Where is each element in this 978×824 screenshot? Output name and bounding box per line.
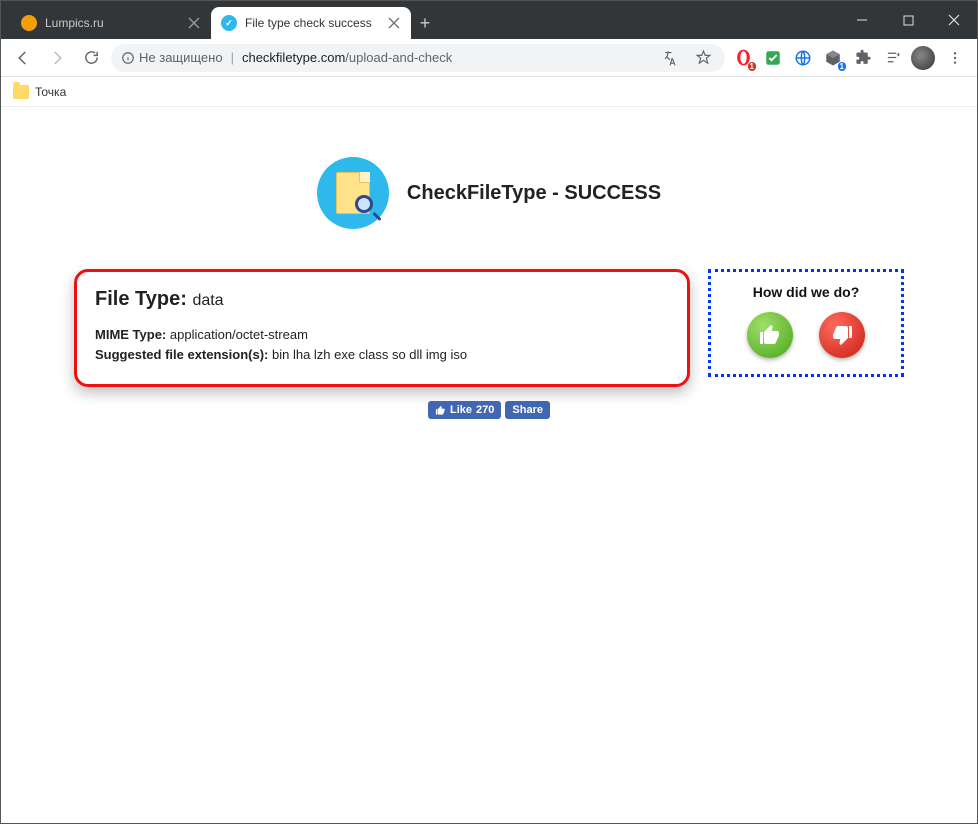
address-bar[interactable]: Не защищено | checkfiletype.com/upload-a… [111, 44, 725, 72]
thumbs-down-icon [830, 323, 854, 347]
suggested-ext-label: Suggested file extension(s): [95, 347, 268, 362]
mime-type-value: application/octet-stream [170, 327, 308, 342]
tab-title: Lumpics.ru [45, 16, 181, 30]
thumbs-down-button[interactable] [819, 312, 865, 358]
share-label: Share [512, 404, 543, 416]
bookmark-star-icon[interactable] [691, 46, 715, 70]
browser-toolbar: Не защищено | checkfiletype.com/upload-a… [1, 39, 977, 77]
page-title: CheckFileType - SUCCESS [407, 182, 661, 205]
security-label: Не защищено [139, 50, 223, 65]
translate-icon[interactable] [659, 46, 683, 70]
back-button[interactable] [9, 44, 37, 72]
mime-type-label: MIME Type: [95, 327, 166, 342]
extension-badge: 1 [838, 62, 846, 71]
new-tab-button[interactable]: + [411, 7, 439, 39]
result-box: File Type: data MIME Type: application/o… [74, 269, 690, 387]
thumbs-up-button[interactable] [747, 312, 793, 358]
thumbs-up-icon [435, 405, 446, 416]
page-content: CheckFileType - SUCCESS File Type: data … [2, 107, 976, 822]
window-controls [839, 1, 977, 39]
extension-box-icon[interactable]: 1 [821, 46, 845, 70]
close-window-button[interactable] [931, 1, 977, 39]
tab-favicon: ✓ [221, 15, 237, 31]
extension-badge: 1 [748, 62, 756, 71]
thumbs-up-icon [758, 323, 782, 347]
forward-button[interactable] [43, 44, 71, 72]
minimize-button[interactable] [839, 1, 885, 39]
browser-tab-inactive[interactable]: Lumpics.ru [11, 7, 211, 39]
like-label: Like [450, 404, 472, 416]
facebook-widget: Like 270 Share [2, 401, 976, 419]
tab-favicon [21, 15, 37, 31]
file-type-label: File Type: [95, 288, 187, 310]
extension-check-icon[interactable] [761, 46, 785, 70]
bookmarks-bar: Точка [1, 77, 977, 107]
facebook-like-button[interactable]: Like 270 [428, 401, 501, 419]
browser-titlebar: Lumpics.ru ✓ File type check success + [1, 1, 977, 39]
info-icon [121, 51, 135, 65]
browser-menu-button[interactable] [941, 44, 969, 72]
bookmark-item[interactable]: Точка [35, 85, 66, 99]
page-header: CheckFileType - SUCCESS [2, 157, 976, 229]
address-divider: | [231, 50, 234, 65]
feedback-thumbs [721, 312, 891, 358]
file-type-value: data [192, 292, 223, 309]
extension-globe-icon[interactable] [791, 46, 815, 70]
reload-button[interactable] [77, 44, 105, 72]
feedback-box: How did we do? [708, 269, 904, 377]
tab-title: File type check success [245, 16, 381, 30]
browser-tabs: Lumpics.ru ✓ File type check success + [1, 1, 839, 39]
folder-icon [13, 85, 29, 99]
profile-avatar[interactable] [911, 46, 935, 70]
extension-opera-icon[interactable]: 1 [731, 46, 755, 70]
feedback-title: How did we do? [721, 284, 891, 300]
close-icon[interactable] [387, 16, 401, 30]
maximize-button[interactable] [885, 1, 931, 39]
extensions-puzzle-icon[interactable] [851, 46, 875, 70]
browser-tab-active[interactable]: ✓ File type check success [211, 7, 411, 39]
site-security-indicator[interactable]: Не защищено [121, 50, 223, 65]
close-icon[interactable] [187, 16, 201, 30]
site-logo [317, 157, 389, 229]
like-count: 270 [476, 404, 494, 416]
reading-list-icon[interactable] [881, 46, 905, 70]
suggested-ext-value: bin lha lzh exe class so dll img iso [272, 347, 467, 362]
url-text: checkfiletype.com/upload-and-check [242, 50, 452, 65]
facebook-share-button[interactable]: Share [505, 401, 550, 419]
main-row: File Type: data MIME Type: application/o… [74, 269, 904, 387]
